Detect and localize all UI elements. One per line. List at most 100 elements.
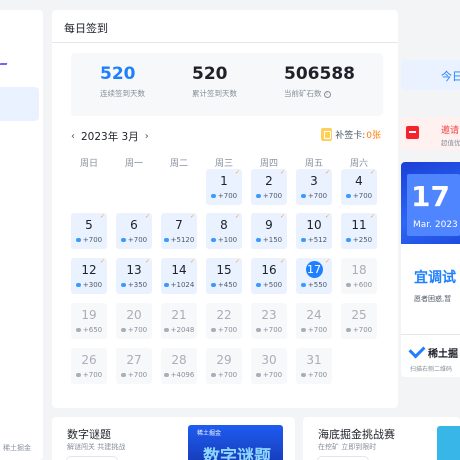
today-marker: 17 [305,261,323,278]
day-reward: +700 [71,236,107,244]
day-reward: +700 [251,192,287,200]
calendar-day[interactable]: 4 +700 ✓ [341,169,377,205]
invite-subtitle: 超值优 [441,139,460,147]
calendar-day[interactable]: 7 +5120 ✓ [161,213,197,249]
calendar-day[interactable]: 23 +700 [251,303,287,339]
calendar-day[interactable]: 22 +700 [206,303,242,339]
card-action-button[interactable] [317,456,369,460]
day-reward: +250 [341,236,377,244]
day-number: 12 [81,263,97,277]
calendar-day[interactable]: 31 +700 [296,348,332,384]
weekday-label: 周四 [259,159,278,169]
sidebar-footer-text: 稀土掘金 [3,444,31,452]
day-reward: +700 [341,192,377,200]
puzzle-card[interactable]: 数字谜题 解谜闯关 共建挑战 稀土掘金 数字谜题 [52,417,295,460]
makeup-count: 0张 [366,131,381,141]
stat-label: 累计签到天数 [192,89,237,98]
sidebar-active-item[interactable] [0,87,39,121]
day-reward: +650 [71,326,107,334]
day-number: 1 [220,174,228,188]
promo-day: 17 [411,180,450,213]
info-icon[interactable]: i [323,90,331,98]
day-reward: +350 [116,281,152,289]
signed-check-icon: ✓ [279,169,285,176]
calendar-day[interactable]: 26 +700 [71,348,107,384]
next-month-icon[interactable]: › [145,131,149,142]
calendar-day[interactable]: 19 +650 [71,303,107,339]
calendar-day[interactable]: 28 +4096 [161,348,197,384]
day-reward: +700 [251,371,287,379]
day-reward: +512 [296,236,332,244]
calendar-day[interactable]: 2 +700 ✓ [251,169,287,205]
day-number: 19 [81,308,97,322]
calendar-day[interactable]: 25 +700 [341,303,377,339]
calendar-day[interactable]: 24 +700 [296,303,332,339]
weekday-label: 周日 [79,159,98,169]
calendar-day[interactable]: 30 +700 [251,348,287,384]
calendar-day[interactable]: 9 +150 ✓ [251,213,287,249]
makeup-card[interactable]: 补签卡: 0张 [321,128,381,141]
calendar-day[interactable]: 18 +600 [341,258,377,294]
calendar-day[interactable]: 29 +700 [206,348,242,384]
day-number: 14 [171,263,187,277]
signed-check-icon: ✓ [144,213,150,220]
day-number: 27 [126,353,142,367]
day-reward: +300 [71,281,107,289]
promo-banner: 17 Mar. 2023 [401,162,460,244]
day-number: 3 [310,174,318,188]
calendar-day[interactable]: 13 +350 ✓ [116,258,152,294]
signed-check-icon: ✓ [189,213,195,220]
calendar-day[interactable]: 8 +100 ✓ [206,213,242,249]
day-number: 18 [351,263,367,277]
day-number: 21 [171,308,187,322]
weekday-label: 周二 [169,159,188,169]
checkin-button[interactable]: 今日 [401,60,460,90]
stat-label: 当前矿石数 i [284,88,355,99]
calendar-day[interactable]: 20 +700 [116,303,152,339]
gift-icon [406,126,419,139]
day-reward: +700 [206,192,242,200]
month-label: 2023年 3月 [81,130,139,143]
signed-check-icon: ✓ [99,258,105,265]
day-reward: +450 [206,281,242,289]
stat-total-days: 520 累计签到天数 [192,63,237,99]
promo-description: 愿者困惑,暂 [414,295,452,303]
day-number: 28 [171,353,187,367]
weekday-label: 周五 [304,159,323,169]
calendar-day[interactable]: 6 +700 ✓ [116,213,152,249]
panel-header: 每日签到 [52,10,398,43]
calendar-day[interactable]: 14 +1024 ✓ [161,258,197,294]
calendar-day[interactable]: 5 +700 ✓ [71,213,107,249]
promo-logo-subtitle: 扫描右侧二维码 [410,366,453,373]
calendar-day[interactable]: 21 +2048 [161,303,197,339]
makeup-card-icon [321,128,333,141]
stat-value: 520 [100,64,136,84]
invite-banner[interactable]: 邀请 超值优 [401,117,460,150]
day-reward: +500 [251,281,287,289]
promo-card[interactable]: 17 Mar. 2023 宜调试 愿者困惑,暂 稀土掘 扫描右侧二维码 [401,162,460,377]
promo-headline: 宜调试 [414,270,456,286]
signed-check-icon: ✓ [189,258,195,265]
day-number: 4 [355,174,363,188]
calendar-day[interactable]: 3 +700 ✓ [296,169,332,205]
card-title: 海底掘金挑战赛 [318,428,395,441]
calendar-day[interactable]: 27 +700 [116,348,152,384]
challenge-card[interactable]: 海底掘金挑战赛 在挖矿 立即到限时 [303,417,460,460]
day-reward: +5120 [161,236,197,244]
calendar-day[interactable]: 15 +450 ✓ [206,258,242,294]
calendar-day[interactable]: 16 +500 ✓ [251,258,287,294]
stat-consecutive-days: 520 连续签到天数 [100,63,145,99]
calendar-day[interactable]: 12 +300 ✓ [71,258,107,294]
stats-bar: 520 连续签到天数 520 累计签到天数 506588 当前矿石数 i [71,53,383,116]
calendar-day[interactable]: 10 +512 ✓ [296,213,332,249]
calendar-day[interactable]: 17 +550 ✓ [296,258,332,294]
calendar-day[interactable]: 11 +250 ✓ [341,213,377,249]
weekday-header: 周日 周一 周二 周三 周四 周五 周六 [71,156,398,170]
calendar-day[interactable]: 1 +700 ✓ [206,169,242,205]
day-number: 26 [81,353,97,367]
card-action-button[interactable] [66,456,118,460]
left-sidebar: 稀土掘金 [0,10,43,460]
day-number: 9 [265,218,273,232]
day-number: 24 [306,308,322,322]
prev-month-icon[interactable]: ‹ [71,131,75,142]
